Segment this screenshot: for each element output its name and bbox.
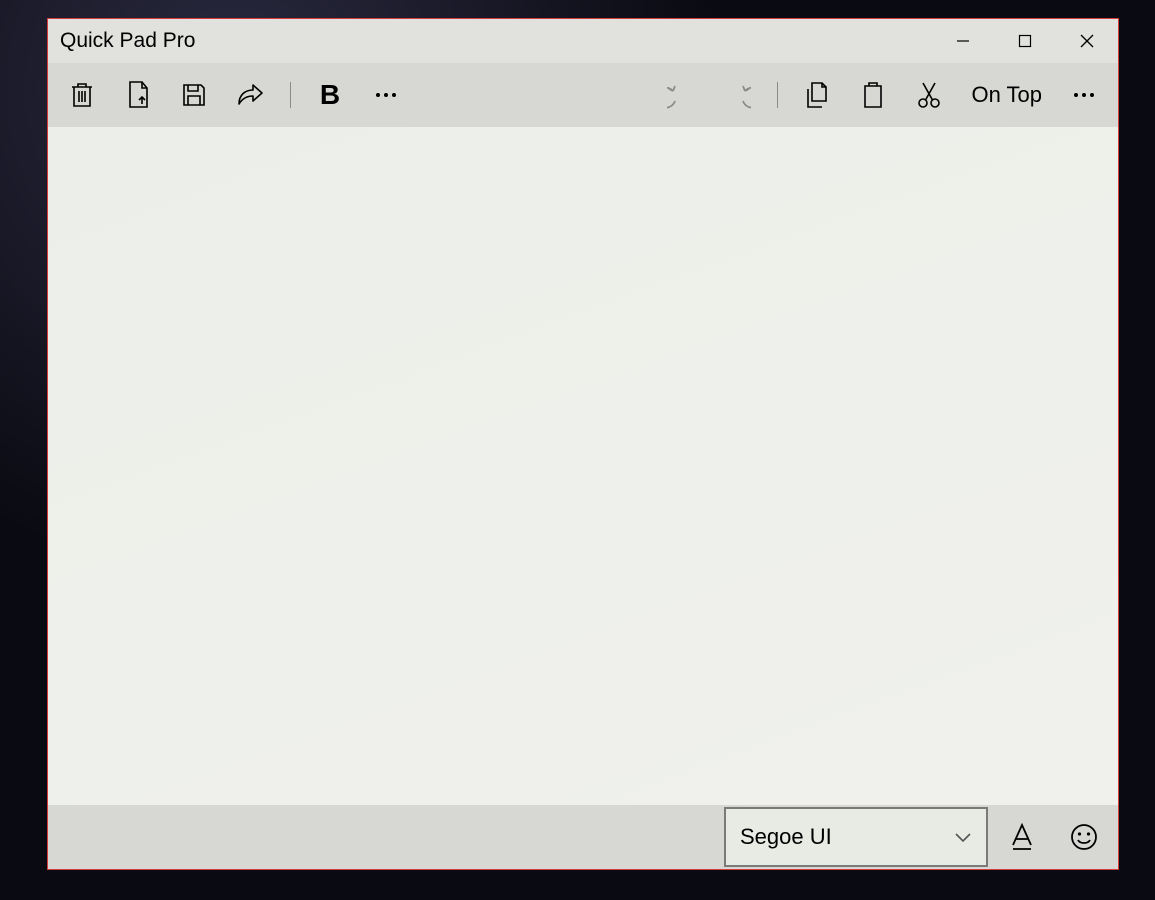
font-size-button[interactable] — [994, 809, 1050, 865]
minimize-button[interactable] — [932, 19, 994, 63]
cut-icon — [917, 81, 941, 109]
share-button[interactable] — [222, 67, 278, 123]
paste-button[interactable] — [845, 67, 901, 123]
more-icon — [1072, 91, 1096, 99]
share-icon — [235, 82, 265, 108]
on-top-label: On Top — [971, 82, 1042, 108]
delete-button[interactable] — [54, 67, 110, 123]
emoji-button[interactable] — [1056, 809, 1112, 865]
trash-icon — [69, 81, 95, 109]
overflow-button[interactable] — [1056, 67, 1112, 123]
app-window: Quick Pad Pro — [47, 18, 1119, 870]
toolbar-separator — [278, 82, 302, 108]
maximize-icon — [1018, 34, 1032, 48]
status-bar: Segoe UI — [48, 805, 1118, 869]
save-button[interactable] — [166, 67, 222, 123]
on-top-button[interactable]: On Top — [957, 67, 1056, 123]
file-open-icon — [125, 80, 151, 110]
window-controls — [932, 19, 1118, 63]
font-size-icon — [1009, 823, 1035, 851]
close-button[interactable] — [1056, 19, 1118, 63]
maximize-button[interactable] — [994, 19, 1056, 63]
undo-icon — [667, 81, 695, 109]
save-icon — [181, 82, 207, 108]
font-family-combobox[interactable]: Segoe UI — [724, 807, 988, 867]
font-family-value: Segoe UI — [740, 824, 832, 850]
text-editor-area[interactable] — [48, 127, 1118, 805]
toolbar-separator — [765, 82, 789, 108]
chevron-down-icon — [954, 831, 972, 843]
open-file-button[interactable] — [110, 67, 166, 123]
bold-button[interactable]: B — [302, 67, 358, 123]
more-format-button[interactable] — [358, 67, 414, 123]
title-bar: Quick Pad Pro — [48, 19, 1118, 63]
copy-button[interactable] — [789, 67, 845, 123]
emoji-icon — [1070, 823, 1098, 851]
copy-icon — [804, 81, 830, 109]
undo-button[interactable] — [653, 67, 709, 123]
paste-icon — [861, 81, 885, 109]
cut-button[interactable] — [901, 67, 957, 123]
toolbar: B — [48, 63, 1118, 127]
close-icon — [1080, 34, 1094, 48]
bold-icon: B — [320, 79, 340, 111]
minimize-icon — [956, 34, 970, 48]
window-title: Quick Pad Pro — [60, 29, 195, 53]
redo-button[interactable] — [709, 67, 765, 123]
more-icon — [374, 91, 398, 99]
redo-icon — [723, 81, 751, 109]
